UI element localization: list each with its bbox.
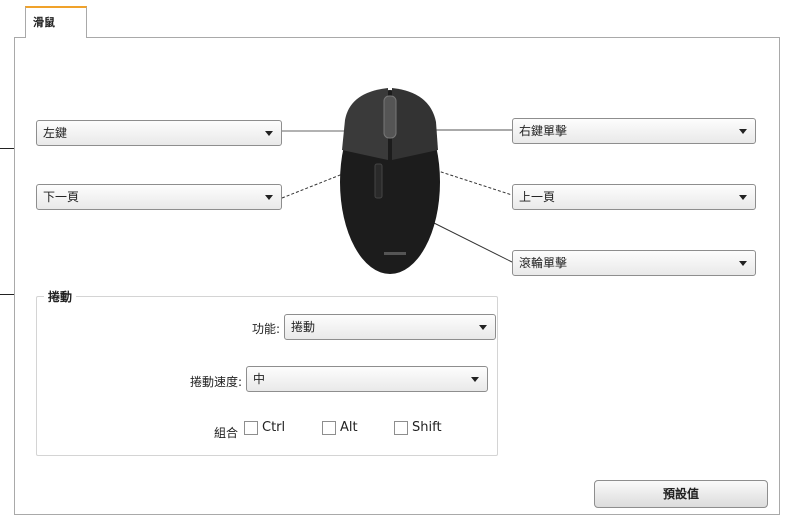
mouse-scroll-wheel xyxy=(383,95,397,139)
back-button-value: 下一頁 xyxy=(43,190,80,204)
chevron-down-icon xyxy=(479,325,487,330)
mouse-left-button xyxy=(342,88,388,160)
restore-default-label: 預設值 xyxy=(662,487,699,501)
scroll-speed-select[interactable]: 中 xyxy=(246,366,488,392)
chevron-down-icon xyxy=(265,131,273,136)
alt-checkbox[interactable]: Alt xyxy=(322,420,358,435)
mouse-right-button xyxy=(392,88,438,160)
right-button-select[interactable]: 右鍵單擊 xyxy=(512,118,756,144)
scroll-speed-label: 捲動速度: xyxy=(189,375,242,389)
function-value: 捲動 xyxy=(291,320,316,334)
chevron-down-icon xyxy=(471,377,479,382)
function-select[interactable]: 捲動 xyxy=(284,314,496,340)
checkbox-box[interactable] xyxy=(394,420,408,435)
mouse-logo xyxy=(384,252,406,255)
forward-button-value: 上一頁 xyxy=(519,190,556,204)
wheel-button-value: 滾輪單擊 xyxy=(519,256,568,270)
scroll-speed-value: 中 xyxy=(253,372,266,386)
ctrl-label: Ctrl xyxy=(262,420,286,435)
checkbox-box[interactable] xyxy=(244,420,258,435)
back-button-select[interactable]: 下一頁 xyxy=(36,184,282,210)
alt-label: Alt xyxy=(340,420,358,435)
left-button-select[interactable]: 左鍵 xyxy=(36,120,282,146)
combination-label: 組合 xyxy=(213,426,238,440)
ctrl-checkbox[interactable]: Ctrl xyxy=(244,420,285,435)
restore-default-button[interactable]: 預設值 xyxy=(594,480,768,508)
left-button-value: 左鍵 xyxy=(43,126,68,140)
chevron-down-icon xyxy=(739,195,747,200)
function-label: 功能: xyxy=(251,322,280,336)
forward-button-select[interactable]: 上一頁 xyxy=(512,184,756,210)
checkbox-box[interactable] xyxy=(322,420,336,435)
wheel-button-select[interactable]: 滾輪單擊 xyxy=(512,250,756,276)
shift-label: Shift xyxy=(412,420,442,435)
shift-checkbox[interactable]: Shift xyxy=(394,420,442,435)
mouse-side-button xyxy=(374,163,383,199)
chevron-down-icon xyxy=(265,195,273,200)
chevron-down-icon xyxy=(739,129,747,134)
chevron-down-icon xyxy=(739,261,747,266)
right-button-value: 右鍵單擊 xyxy=(519,124,568,138)
